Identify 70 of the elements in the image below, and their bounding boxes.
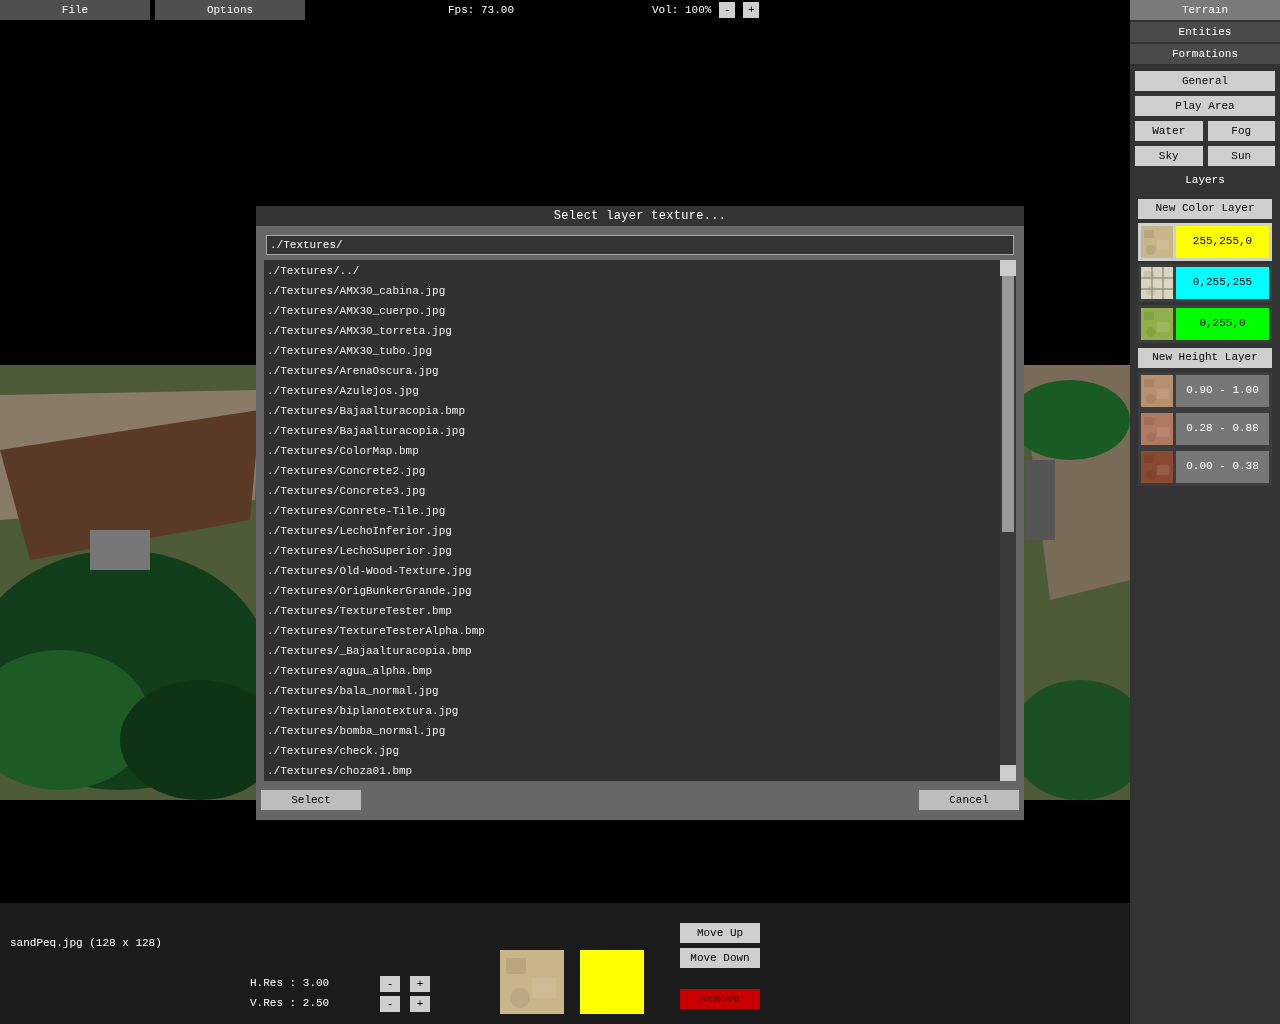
panel-tab[interactable]: Entities [1130,22,1280,42]
dialog-title: Select layer texture... [256,206,1024,226]
file-item[interactable]: ./Textures/AMX30_cuerpo.jpg [264,301,1000,321]
file-item[interactable]: ./Textures/AMX30_torreta.jpg [264,321,1000,341]
file-item[interactable]: ./Textures/AMX30_cabina.jpg [264,281,1000,301]
panel-tab[interactable]: Terrain [1130,0,1280,20]
file-item[interactable]: ./Textures/Conrete-Tile.jpg [264,501,1000,521]
file-item[interactable]: ./Textures/Concrete3.jpg [264,481,1000,501]
file-item[interactable]: ./Textures/../ [264,261,1000,281]
terrain-button[interactable]: Sky [1135,146,1203,166]
resolution-button[interactable]: + [410,975,430,992]
resolution-button[interactable]: - [380,975,400,992]
height-layer[interactable]: 0.00 - 0.38 [1138,447,1272,486]
height-range: 0.90 - 1.00 [1176,374,1269,407]
layer-button[interactable]: Move Down [680,948,760,968]
file-item[interactable]: ./Textures/check.jpg [264,741,1000,761]
layer-color-value: 0,255,0 [1176,307,1269,340]
file-item[interactable]: ./Textures/bala_normal.jpg [264,681,1000,701]
color-layer[interactable]: 0,255,255 [1138,263,1272,302]
file-item[interactable]: ./Textures/OrigBunkerGrande.jpg [264,581,1000,601]
file-item[interactable]: ./Textures/LechoInferior.jpg [264,521,1000,541]
volume-button[interactable]: - [719,2,736,18]
dialog-button[interactable]: Select [261,790,361,810]
scrollbar[interactable] [1000,260,1016,781]
menu-button[interactable]: File [0,0,150,20]
path-field[interactable]: ./Textures/ [266,235,1014,255]
panel-tab[interactable]: Formations [1130,44,1280,64]
height-layer[interactable]: 0.28 - 0.88 [1138,409,1272,448]
file-item[interactable]: ./Textures/agua_alpha.bmp [264,661,1000,681]
terrain-button[interactable]: Sun [1207,146,1275,166]
file-item[interactable]: ./Textures/ColorMap.bmp [264,441,1000,461]
menu-button[interactable]: Options [155,0,305,20]
height-range: 0.00 - 0.38 [1176,450,1269,483]
file-item[interactable]: ./Textures/LechoSuperior.jpg [264,541,1000,561]
resolution-button[interactable]: - [380,995,400,1012]
file-item[interactable]: ./Textures/choza01.bmp [264,761,1000,781]
layers-heading: Layers [1184,173,1226,188]
resolution-label: H.Res : 3.00 [250,976,331,992]
texture-info: sandPeq.jpg (128 x 128) [10,936,163,951]
file-item[interactable]: ./Textures/TextureTesterAlpha.bmp [264,621,1000,641]
new-layer-button[interactable]: New Height Layer [1138,347,1272,368]
resolution-label: V.Res : 2.50 [250,996,331,1012]
volume-label: Vol: 100% [652,2,712,18]
file-item[interactable]: ./Textures/Bajaalturacopia.jpg [264,421,1000,441]
terrain-button[interactable]: Water [1135,121,1203,141]
file-item[interactable]: ./Textures/biplanotextura.jpg [264,701,1000,721]
height-layer[interactable]: 0.90 - 1.00 [1138,371,1272,410]
file-item[interactable]: ./Textures/ArenaOscura.jpg [264,361,1000,381]
dialog-button[interactable]: Cancel [919,790,1019,810]
terrain-button[interactable]: Play Area [1135,96,1275,116]
file-item[interactable]: ./Textures/bomba_normal.jpg [264,721,1000,741]
terrain-button[interactable]: General [1135,71,1275,91]
file-item[interactable]: ./Textures/_Bajaalturacopia.bmp [264,641,1000,661]
color-layer[interactable]: 255,255,0 [1138,222,1272,261]
file-item[interactable]: ./Textures/Concrete2.jpg [264,461,1000,481]
file-item[interactable]: ./Textures/Bajaalturacopia.bmp [264,401,1000,421]
volume-button[interactable]: + [743,2,760,18]
height-range: 0.28 - 0.88 [1176,412,1269,445]
file-item[interactable]: ./Textures/TextureTester.bmp [264,601,1000,621]
terrain-button[interactable]: Fog [1207,121,1275,141]
fps-counter: Fps: 73.00 [448,2,515,18]
layer-color-value: 0,255,255 [1176,266,1269,299]
layer-color-value: 255,255,0 [1176,225,1269,258]
new-layer-button[interactable]: New Color Layer [1138,198,1272,219]
file-item[interactable]: ./Textures/Old-Wood-Texture.jpg [264,561,1000,581]
color-layer[interactable]: 0,255,0 [1138,304,1272,343]
file-item[interactable]: ./Textures/Azulejos.jpg [264,381,1000,401]
layer-button[interactable]: Move Up [680,923,760,943]
file-item[interactable]: ./Textures/AMX30_tubo.jpg [264,341,1000,361]
resolution-button[interactable]: + [410,995,430,1012]
